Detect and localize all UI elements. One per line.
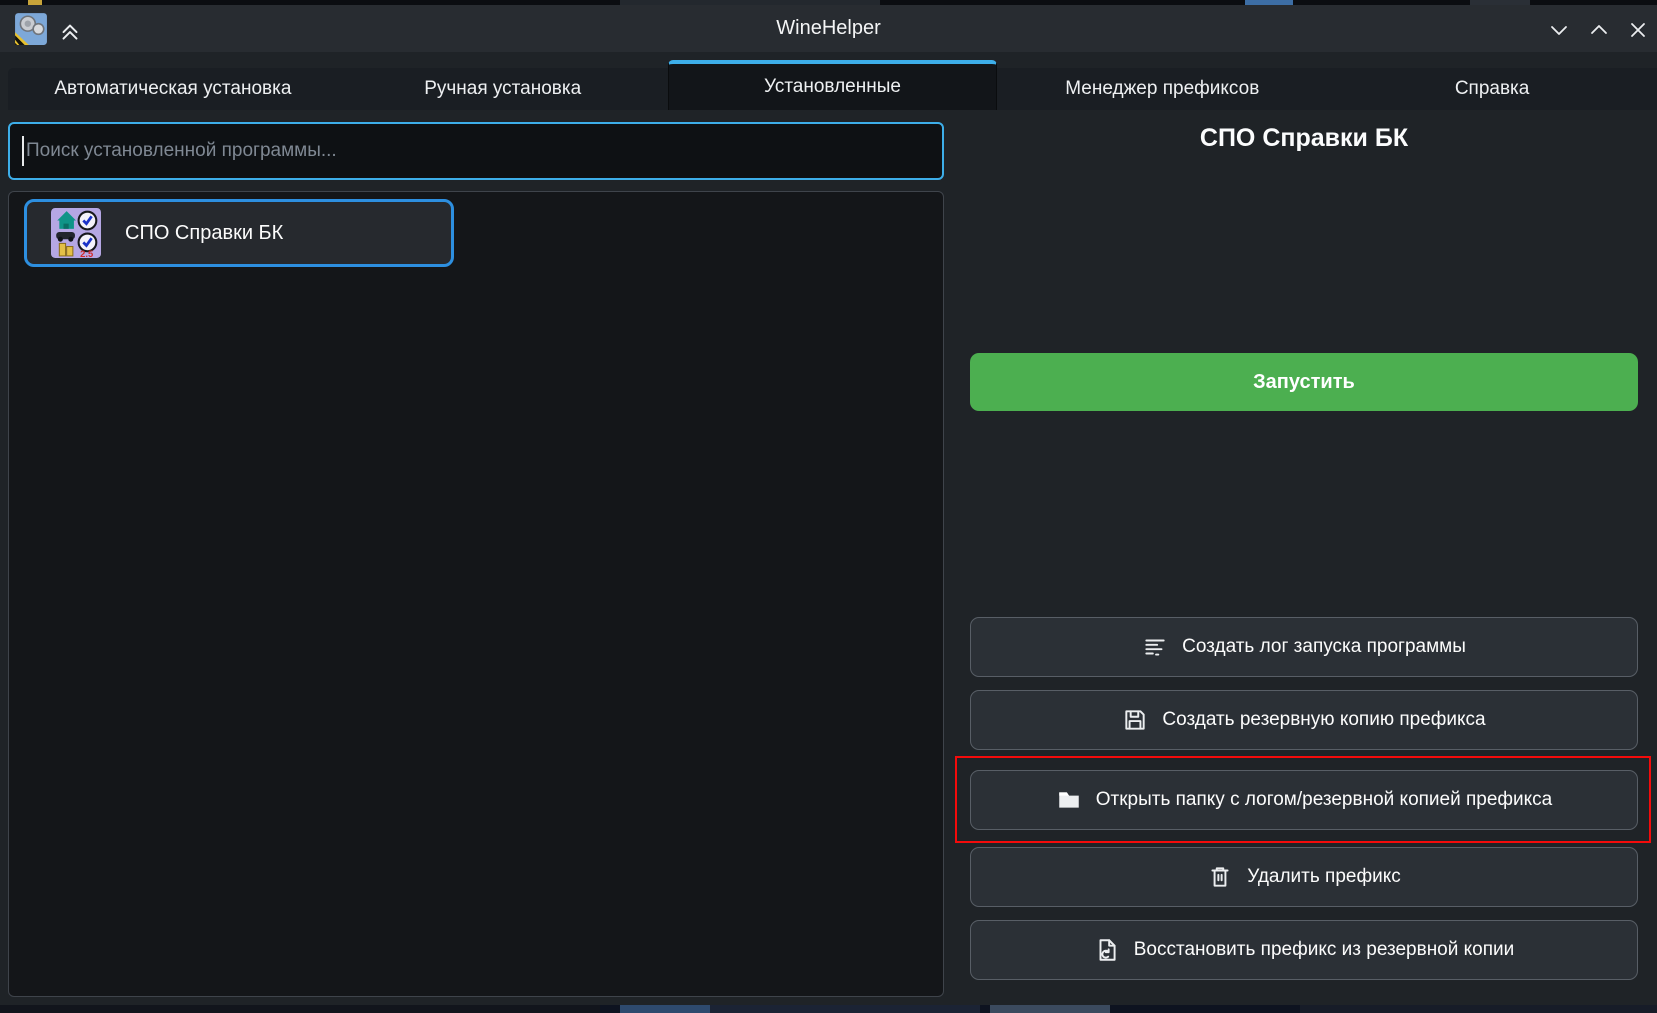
window-title: WineHelper xyxy=(0,17,1657,40)
close-icon xyxy=(1626,18,1650,42)
programs-list: 2.5 СПО Справки БК xyxy=(8,191,944,997)
title-bar: WineHelper xyxy=(0,5,1657,52)
folder-icon xyxy=(1056,787,1082,813)
winehelper-window: WineHelper Автоматическая установка Ручн… xyxy=(0,0,1657,1013)
icon-version-badge: 2.5 xyxy=(80,249,93,258)
document-restore-icon xyxy=(1094,937,1120,963)
open-folder-button[interactable]: Открыть папку с логом/резервной копией п… xyxy=(970,770,1638,830)
chevron-down-icon xyxy=(1547,18,1571,42)
desktop-sliver-bottom xyxy=(0,1005,1657,1013)
maximize-button[interactable] xyxy=(1584,15,1614,45)
tab-auto-install[interactable]: Автоматическая установка xyxy=(8,68,338,110)
launch-button[interactable]: Запустить xyxy=(970,353,1638,411)
text-cursor xyxy=(22,136,24,166)
list-item-program[interactable]: 2.5 СПО Справки БК xyxy=(24,199,454,267)
log-lines-icon xyxy=(1142,634,1168,660)
program-icon: 2.5 xyxy=(51,208,101,258)
close-button[interactable] xyxy=(1623,15,1653,45)
delete-prefix-button[interactable]: Удалить префикс xyxy=(970,847,1638,907)
installed-tab-page: 2.5 СПО Справки БК СПО Справки БК Запуст… xyxy=(0,110,1657,1005)
app-icon xyxy=(14,12,48,46)
create-log-button[interactable]: Создать лог запуска программы xyxy=(970,617,1638,677)
restore-prefix-button[interactable]: Восстановить префикс из резервной копии xyxy=(970,920,1638,980)
tab-prefix-manager[interactable]: Менеджер префиксов xyxy=(997,68,1327,110)
tab-installed[interactable]: Установленные xyxy=(668,60,998,110)
tab-bar: Автоматическая установка Ручная установк… xyxy=(0,52,1657,110)
floppy-disk-icon xyxy=(1122,707,1148,733)
program-name: СПО Справки БК xyxy=(125,222,283,245)
trash-icon xyxy=(1207,864,1233,890)
backup-prefix-button[interactable]: Создать резервную копию префикса xyxy=(970,690,1638,750)
search-input[interactable] xyxy=(8,122,944,180)
tab-manual-install[interactable]: Ручная установка xyxy=(338,68,668,110)
shade-button[interactable] xyxy=(56,17,84,45)
double-chevron-up-icon xyxy=(57,18,83,44)
minimize-button[interactable] xyxy=(1544,15,1574,45)
details-title: СПО Справки БК xyxy=(952,124,1656,153)
tab-help[interactable]: Справка xyxy=(1327,68,1657,110)
chevron-up-icon xyxy=(1587,18,1611,42)
tab-row: Автоматическая установка Ручная установк… xyxy=(8,68,1657,111)
